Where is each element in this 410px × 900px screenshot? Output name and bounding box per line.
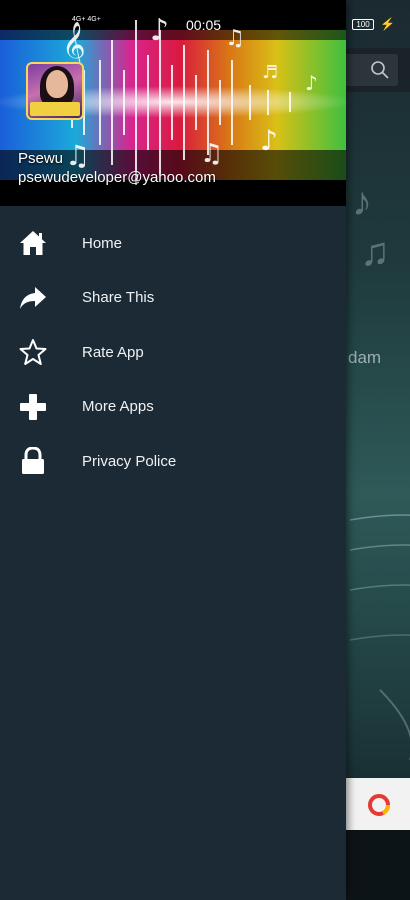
menu-item-more-apps[interactable]: More Apps xyxy=(0,380,346,435)
lock-icon xyxy=(18,446,48,476)
menu-label-share: Share This xyxy=(82,289,155,307)
background-bottom-bar xyxy=(346,830,410,900)
menu-label-more-apps: More Apps xyxy=(82,398,154,416)
battery-icon: 100 xyxy=(352,19,374,30)
menu-label-privacy: Privacy Police xyxy=(82,452,177,470)
plus-icon xyxy=(18,392,48,422)
svg-text:♪: ♪ xyxy=(260,124,278,157)
svg-text:♬: ♬ xyxy=(262,62,278,83)
menu-item-privacy[interactable]: Privacy Police xyxy=(0,434,346,489)
status-bar: 4G+ 4G+ 00:05 100 ⚡ xyxy=(0,0,410,48)
star-icon xyxy=(18,337,48,367)
charging-icon: ⚡ xyxy=(380,17,395,31)
menu-item-share[interactable]: Share This xyxy=(0,271,346,326)
svg-text:♫: ♫ xyxy=(200,139,223,169)
search-icon[interactable] xyxy=(370,60,390,80)
music-note-icon: ♫ xyxy=(360,230,390,274)
menu-item-home[interactable]: Home xyxy=(0,216,346,271)
ad-choices-icon[interactable] xyxy=(366,792,392,818)
user-name: Psewu xyxy=(18,150,64,167)
share-icon xyxy=(18,283,48,313)
status-time: 00:05 xyxy=(186,17,222,33)
svg-text:♫: ♫ xyxy=(65,139,90,172)
menu-item-rate[interactable]: Rate App xyxy=(0,325,346,380)
home-icon xyxy=(18,228,48,258)
navigation-drawer: 𝄞 ♪ ♫ ♬ ♪ ♪ ♫ ♫ Psewu psewudeveloper@yah… xyxy=(0,0,346,900)
user-email: psewudeveloper@yahoo.com xyxy=(18,169,216,186)
drawer-menu: Home Share This Rate App More Apps Priva… xyxy=(0,216,346,489)
svg-text:♪: ♪ xyxy=(305,71,318,95)
menu-label-home: Home xyxy=(82,234,123,252)
background-partial-text: dam xyxy=(348,348,382,367)
signal-indicator: 4G+ 4G+ xyxy=(72,16,101,23)
menu-label-rate: Rate App xyxy=(82,343,144,361)
avatar[interactable] xyxy=(26,62,84,120)
music-note-icon: ♪ xyxy=(352,180,372,224)
